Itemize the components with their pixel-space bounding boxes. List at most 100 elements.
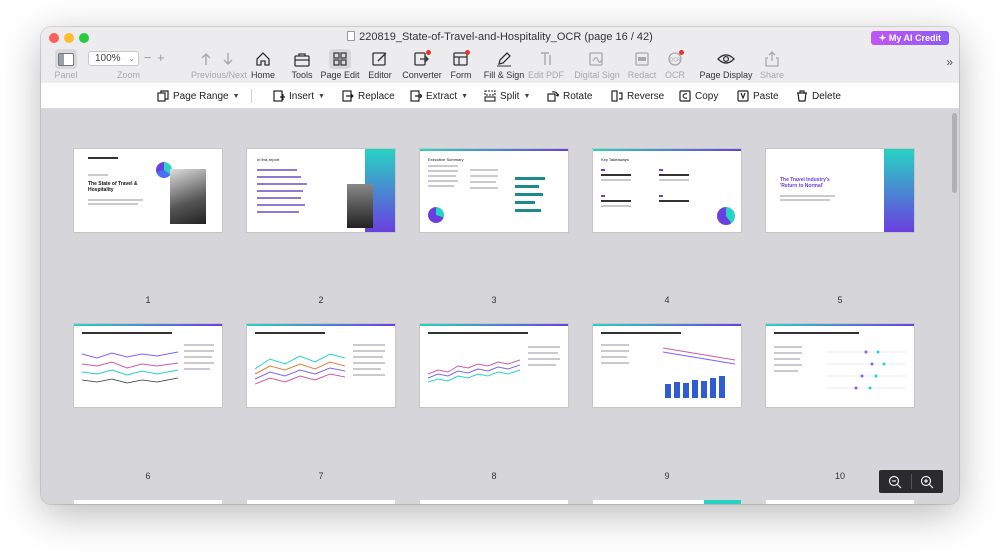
page-thumbnail[interactable] xyxy=(247,500,395,504)
document-icon xyxy=(347,31,356,41)
more-chevron-icon[interactable]: » xyxy=(946,55,953,69)
page-number: 8 xyxy=(491,471,497,481)
page-thumbnail[interactable] xyxy=(593,324,741,407)
line-chart-thumbnail xyxy=(663,347,735,365)
edit-icon xyxy=(372,52,387,66)
notification-dot xyxy=(426,50,431,55)
paste-button[interactable]: Paste xyxy=(737,88,779,104)
grid-pages-icon xyxy=(333,52,347,66)
app-window: 220819_State-of-Travel-and-Hospitality_O… xyxy=(41,27,959,504)
split-dropdown[interactable]: Split ▼ xyxy=(484,88,530,104)
toolbox-icon xyxy=(294,52,310,67)
line-chart-thumbnail xyxy=(82,351,178,384)
svg-text:OCR: OCR xyxy=(669,58,681,64)
copy-button[interactable]: Copy xyxy=(679,88,718,104)
copy-icon xyxy=(679,90,691,102)
extract-icon xyxy=(410,90,422,102)
text-cursor-icon xyxy=(541,52,551,65)
previous-next-buttons[interactable]: Previous/Next xyxy=(191,49,247,83)
line-chart-thumbnail xyxy=(255,353,345,385)
title-bar: 220819_State-of-Travel-and-Hospitality_O… xyxy=(41,27,959,49)
page-heading: The Travel Industry's 'Return to Normal' xyxy=(780,177,830,189)
page-thumbnail[interactable] xyxy=(247,324,395,407)
split-icon xyxy=(484,90,496,102)
zoom-out-button[interactable]: − xyxy=(144,50,152,65)
zoom-out-icon[interactable] xyxy=(887,474,903,490)
page-thumbnail[interactable] xyxy=(593,500,741,504)
caret-down-icon: ▼ xyxy=(232,92,240,100)
page-heading: Key Takeaways xyxy=(601,157,629,162)
edit-pdf-button[interactable]: Edit PDF xyxy=(521,49,571,83)
page-number: 4 xyxy=(664,295,670,305)
page-thumbnail-grid: The State of Travel & Hospitality 1 In t… xyxy=(41,109,959,504)
page-thumbnail[interactable]: The Travel Industry's 'Return to Normal' xyxy=(766,149,914,232)
ocr-button[interactable]: OCR OCR xyxy=(650,49,700,83)
pen-icon xyxy=(497,52,511,67)
reverse-button[interactable]: Reverse xyxy=(611,88,664,104)
pages-icon xyxy=(157,90,169,102)
paste-icon xyxy=(737,90,749,102)
page-number: 3 xyxy=(491,295,497,305)
home-icon xyxy=(256,52,270,66)
replace-icon xyxy=(342,90,354,102)
redact-icon xyxy=(635,52,649,66)
zoom-in-icon[interactable] xyxy=(919,474,935,490)
page-display-button[interactable]: Page Display xyxy=(698,49,754,83)
reverse-icon xyxy=(611,90,623,102)
page-thumbnail[interactable] xyxy=(74,500,222,504)
rotate-button[interactable]: Rotate xyxy=(547,88,592,104)
page-thumbnail[interactable]: Executive Summary xyxy=(420,149,568,232)
caret-down-icon: ▼ xyxy=(461,92,469,100)
page-thumbnail[interactable] xyxy=(766,324,914,407)
insert-dropdown[interactable]: Insert ▼ xyxy=(273,88,325,104)
zoom-label: Zoom xyxy=(117,70,141,80)
ai-credit-button[interactable]: ✦ My AI Credit xyxy=(870,31,949,45)
panel-icon xyxy=(55,49,77,69)
page-thumbnail[interactable]: The State of Travel & Hospitality xyxy=(74,149,222,232)
page-edit-toolbar: Page Range ▼ Insert ▼ Replace Extract ▼ Spl… xyxy=(41,83,959,109)
page-thumbnail[interactable] xyxy=(420,324,568,407)
page-number: 7 xyxy=(318,471,324,481)
zoom-select[interactable]: 100% ⌄ xyxy=(88,51,139,66)
thumbnail-zoom-control xyxy=(879,470,943,493)
page-thumbnail[interactable] xyxy=(74,324,222,407)
page-thumbnail[interactable]: Key Takeaways xyxy=(593,149,741,232)
caret-down-icon: ▼ xyxy=(318,92,325,100)
page-number: 9 xyxy=(664,471,670,481)
sparkle-icon: ✦ xyxy=(878,33,887,43)
trash-icon xyxy=(797,90,807,102)
page-thumbnail[interactable] xyxy=(766,500,914,504)
divider xyxy=(911,474,912,489)
extract-dropdown[interactable]: Extract ▼ xyxy=(410,88,468,104)
page-thumbnail[interactable] xyxy=(420,500,568,504)
vertical-scrollbar[interactable] xyxy=(952,113,957,193)
divider xyxy=(251,89,252,103)
zoom-in-button[interactable]: + xyxy=(157,50,165,65)
page-thumbnail[interactable]: In this report xyxy=(247,149,395,232)
line-chart-thumbnail xyxy=(428,359,520,383)
page-range-dropdown[interactable]: Page Range ▼ xyxy=(157,88,240,104)
signature-icon xyxy=(589,52,603,66)
arrow-up-down-icon xyxy=(201,53,233,65)
panel-button[interactable]: Panel xyxy=(41,49,91,83)
window-title: 220819_State-of-Travel-and-Hospitality_O… xyxy=(41,31,959,43)
replace-button[interactable]: Replace xyxy=(342,88,395,104)
bar-chart-thumbnail xyxy=(665,376,725,398)
notification-dot xyxy=(679,50,684,55)
page-number: 1 xyxy=(145,295,151,305)
page-number: 2 xyxy=(318,295,324,305)
page-heading: Executive Summary xyxy=(428,157,464,162)
page-heading: The State of Travel & Hospitality xyxy=(88,181,138,193)
share-button[interactable]: Share xyxy=(747,49,797,83)
page-number: 5 xyxy=(837,295,843,305)
delete-button[interactable]: Delete xyxy=(796,88,841,104)
page-number: 6 xyxy=(145,471,151,481)
insert-page-icon xyxy=(273,90,285,102)
notification-dot xyxy=(465,50,470,55)
share-icon xyxy=(765,51,779,67)
dot-plot-thumbnail xyxy=(826,350,906,390)
page-heading: In this report xyxy=(257,157,280,162)
main-toolbar: Panel 100% ⌄ − + Zoom Previous/Next Home xyxy=(41,49,959,83)
eye-icon xyxy=(717,54,735,64)
caret-down-icon: ▼ xyxy=(523,92,531,100)
